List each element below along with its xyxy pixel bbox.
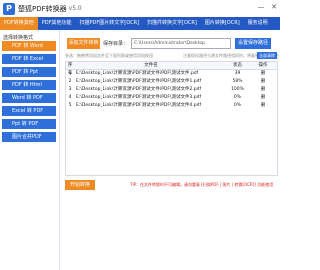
row-no: 1 bbox=[68, 71, 72, 76]
tab-scan-pdf-ocr[interactable]: 扫描PDF图片转文字[OCR] bbox=[76, 17, 144, 30]
tab-pdf-other[interactable]: PDF其他功能 bbox=[38, 17, 76, 30]
save-dir-label: 保存目录： bbox=[103, 41, 129, 47]
app-window: P 楚狐PDF转换器 v5.0 — ✕ PDF转换其他 PDF其他功能 扫描PD… bbox=[0, 0, 280, 270]
minimize-button[interactable]: — bbox=[257, 3, 265, 11]
sidebar-item-pdf-word[interactable]: PDF 转 Word bbox=[2, 41, 56, 51]
row-filename: E:\Desktop_Link\计算资源\PDF测试文件\PDF\测试文件1.p… bbox=[76, 79, 202, 84]
save-path-input[interactable]: C:\Users\Administrator\Desktop bbox=[131, 38, 231, 49]
row-status: 39 bbox=[234, 71, 241, 76]
row-status: 58% bbox=[232, 79, 243, 84]
title-bar: P 楚狐PDF转换器 v5.0 — ✕ bbox=[0, 0, 280, 17]
tip-text: TIP：在文件转换时不可编辑，请勿重复 [扫描PDF | 图片 | 转换[OCR… bbox=[130, 182, 274, 187]
start-convert-button[interactable]: 开始转换 bbox=[65, 180, 95, 190]
row-status: 100% bbox=[231, 87, 244, 92]
row-no: 5 bbox=[68, 103, 72, 108]
format-sidebar: 选择转换格式 PDF 转 Word PDF 转 Excel PDF 转 Ppt … bbox=[0, 30, 60, 270]
file-table: 序号 文件名 状态 操作 1 E:\Desktop_Link\计算资源\PDF测… bbox=[65, 61, 278, 176]
row-delete-button[interactable]: 删 bbox=[249, 78, 277, 86]
col-op-header: 操作 bbox=[258, 63, 268, 68]
table-row[interactable]: 3 E:\Desktop_Link\计算资源\PDF测试文件\PDF\测试文件2… bbox=[66, 86, 277, 94]
close-button[interactable]: ✕ bbox=[270, 3, 278, 11]
sidebar-item-ppt-pdf[interactable]: Ppt 转 PDF bbox=[2, 119, 56, 129]
main-tab-bar: PDF转换其他 PDF其他功能 扫描PDF图片转文字[OCR] 扫描件转换文字[… bbox=[0, 17, 280, 30]
row-no: 2 bbox=[68, 79, 72, 84]
row-delete-button[interactable]: 删 bbox=[249, 70, 277, 78]
row-filename: E:\Desktop_Link\计算资源\PDF测试文件\PDF\测试文件3.p… bbox=[76, 95, 202, 100]
row-delete-button[interactable]: 删 bbox=[249, 86, 277, 94]
sidebar-header: 选择转换格式 bbox=[3, 35, 34, 41]
add-file-button[interactable]: 添加文件转换 bbox=[67, 38, 100, 49]
table-row[interactable]: 1 E:\Desktop_Link\计算资源\PDF测试文件\PDF\测试文件.… bbox=[66, 70, 277, 78]
row-status: 0% bbox=[233, 95, 242, 100]
hint-left-text: 多选：拖拽将添加文件至下面列表或使用添加按钮 bbox=[65, 53, 153, 58]
row-no: 3 bbox=[68, 87, 72, 92]
tab-pdf-convert[interactable]: PDF转换其他 bbox=[0, 17, 38, 30]
col-status-header: 状态 bbox=[233, 63, 242, 68]
row-no: 4 bbox=[68, 95, 72, 100]
table-row[interactable]: 2 E:\Desktop_Link\计算资源\PDF测试文件\PDF\测试文件1… bbox=[66, 78, 277, 86]
col-name-header: 文件名 bbox=[144, 63, 158, 68]
col-no-header: 序号 bbox=[67, 63, 73, 76]
tab-service[interactable]: 服务说明 bbox=[244, 17, 272, 30]
app-logo-icon: P bbox=[3, 2, 15, 15]
hint-row: 多选：拖拽将添加文件至下面列表或使用添加按钮 注意保存路径与源文件路径相同时，将… bbox=[65, 52, 279, 61]
set-save-path-button[interactable]: 设置保存路径 bbox=[235, 38, 271, 49]
tab-scan-ocr[interactable]: 扫描件转换文字[OCR] bbox=[143, 17, 201, 30]
app-version: v5.0 bbox=[68, 5, 82, 12]
table-row[interactable]: 5 E:\Desktop_Link\计算资源\PDF测试文件\PDF\测试文件4… bbox=[66, 102, 277, 110]
sidebar-item-pdf-html[interactable]: PDF 转 Html bbox=[2, 80, 56, 90]
row-filename: E:\Desktop_Link\计算资源\PDF测试文件\PDF\测试文件2.p… bbox=[76, 87, 202, 92]
sidebar-item-word-pdf[interactable]: Word 转 PDF bbox=[2, 93, 56, 103]
clear-all-button[interactable]: 全部清除 bbox=[257, 52, 277, 59]
tab-image-ocr[interactable]: 图片转换[OCR] bbox=[201, 17, 244, 30]
sidebar-item-pdf-ppt[interactable]: PDF 转 Ppt bbox=[2, 67, 56, 77]
app-title: 楚狐PDF转换器 bbox=[18, 4, 67, 13]
sidebar-item-image-merge[interactable]: 图片合并PDF bbox=[2, 132, 56, 142]
row-filename: E:\Desktop_Link\计算资源\PDF测试文件\PDF\测试文件.pd… bbox=[76, 71, 199, 76]
row-status: 0% bbox=[233, 103, 242, 108]
row-delete-button[interactable]: 删 bbox=[249, 102, 277, 110]
table-row[interactable]: 4 E:\Desktop_Link\计算资源\PDF测试文件\PDF\测试文件3… bbox=[66, 94, 277, 102]
table-header: 序号 文件名 状态 操作 bbox=[66, 62, 277, 76]
row-filename: E:\Desktop_Link\计算资源\PDF测试文件\PDF\测试文件4.p… bbox=[76, 103, 202, 108]
sidebar-item-excel-pdf[interactable]: Excel 转 PDF bbox=[2, 106, 56, 116]
path-row: 添加文件转换 保存目录： C:\Users\Administrator\Desk… bbox=[67, 38, 277, 49]
row-delete-button[interactable]: 删 bbox=[249, 94, 277, 102]
sidebar-item-pdf-excel[interactable]: PDF 转 Excel bbox=[2, 54, 56, 64]
